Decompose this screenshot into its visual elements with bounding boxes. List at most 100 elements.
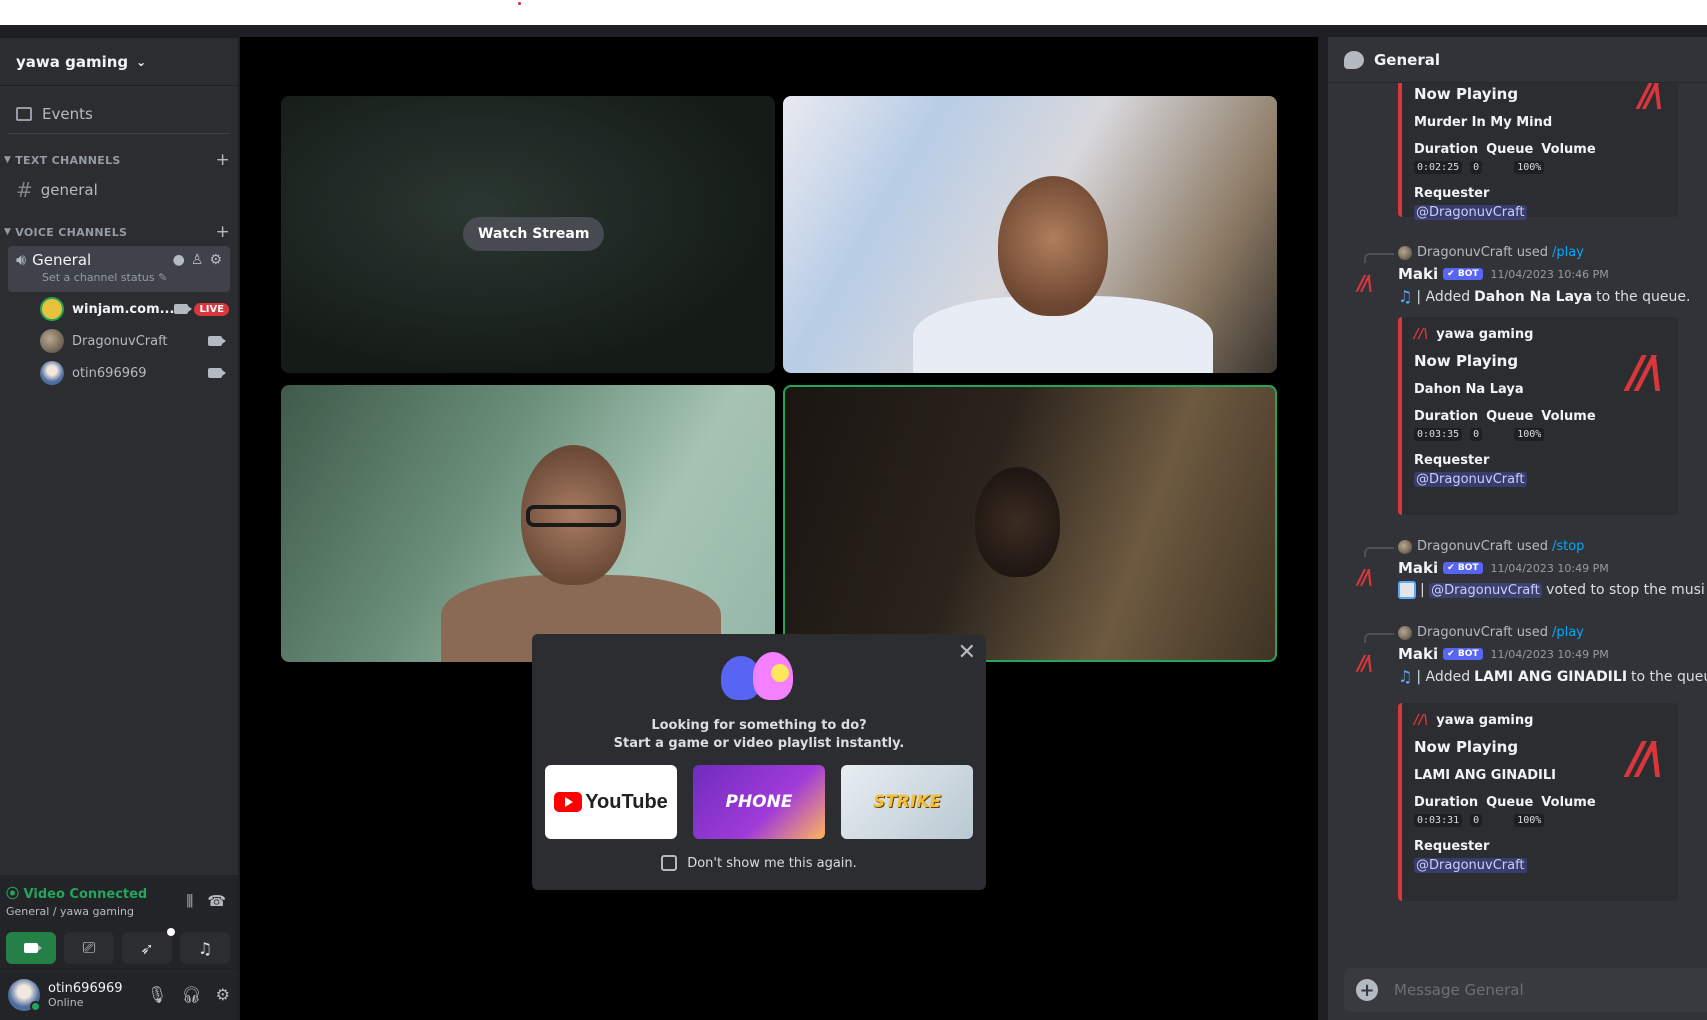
video-stage: Watch Stream ✕ Looking for something to … (240, 37, 1318, 1020)
music-note-icon: ♫ (1398, 667, 1413, 686)
camera-icon (208, 336, 226, 346)
reply-reference[interactable]: DragonuvCraft used/play (1364, 625, 1584, 643)
chat-channel-name: General (1374, 50, 1440, 69)
card-label: YouTube (585, 790, 668, 813)
avatar (1398, 539, 1412, 554)
stop-icon (1398, 581, 1416, 599)
activities-button[interactable]: ➶ (122, 928, 175, 964)
message-input[interactable]: + Message General (1344, 968, 1707, 1012)
author-name[interactable]: Maki (1398, 645, 1438, 663)
microphone-icon[interactable]: 🎙︎ (147, 985, 167, 1004)
card-label: PHONE (725, 792, 793, 812)
stream-tile[interactable]: Watch Stream (281, 96, 775, 373)
server-header[interactable]: yawa gaming ⌄ (0, 38, 238, 86)
voice-user[interactable]: winjam.com... LIVE (40, 294, 230, 324)
gear-icon[interactable]: ⚙ (209, 252, 222, 268)
username[interactable]: otin696969 (48, 981, 123, 996)
krunker-strike-activity-card[interactable]: STRIKE (841, 765, 973, 839)
popup-subheading: Start a game or video playlist instantly… (613, 736, 905, 751)
chat-bubble-icon[interactable]: ● (173, 252, 185, 268)
avatar[interactable] (8, 978, 41, 1012)
headphones-icon[interactable]: 🎧︎ (181, 985, 201, 1004)
soundboard-icon: ♫ (197, 938, 213, 958)
chevron-down-icon: ▼ (4, 155, 12, 165)
bot-avatar[interactable]: //\ (1346, 645, 1382, 681)
voice-channels-category[interactable]: ▼ VOICE CHANNELS + (0, 220, 238, 244)
bot-logo-icon: //\ (1414, 327, 1429, 342)
camera-icon (208, 368, 226, 378)
soundboard-button[interactable]: ♫ (180, 932, 230, 964)
disconnect-icon[interactable]: ☎ (207, 892, 226, 910)
participant-face (998, 176, 1108, 316)
bot-badge: ✔ BOT (1443, 562, 1483, 574)
channel-general[interactable]: # general (8, 174, 230, 206)
requester-mention[interactable]: @DragonuvCraft (1414, 858, 1527, 873)
video-tile[interactable] (783, 96, 1277, 373)
now-playing-embed: //\ yawa gaming //\ Now Playing Dahon Na … (1398, 317, 1678, 515)
bot-avatar[interactable]: //\ (1346, 265, 1382, 301)
bot-logo-icon: //\ (1414, 713, 1429, 728)
channel-status[interactable]: Set a channel status ✎ (42, 271, 222, 284)
author-name[interactable]: Maki (1398, 559, 1438, 577)
watch-stream-button[interactable]: Watch Stream (463, 217, 605, 251)
avatar (1398, 625, 1412, 640)
voice-user[interactable]: DragonuvCraft (40, 326, 230, 356)
requester-mention[interactable]: @DragonuvCraft (1414, 472, 1527, 487)
pencil-icon: ✎ (158, 271, 168, 284)
hash-icon: # (16, 178, 33, 202)
create-channel-icon[interactable]: + (215, 222, 230, 242)
now-playing-embed: //\ yawa gaming //\ Now Playing LAMI ANG … (1398, 703, 1678, 901)
noise-suppression-icon[interactable]: ⫼ (186, 892, 193, 910)
voice-user-name: otin696969 (72, 365, 147, 381)
bot-avatar[interactable]: //\ (1346, 559, 1382, 595)
gartic-phone-activity-card[interactable]: PHONE (693, 765, 825, 839)
create-channel-icon[interactable]: + (215, 150, 230, 170)
reply-reference[interactable]: DragonuvCraft used/stop (1364, 539, 1584, 557)
checkbox-label: Don't show me this again. (687, 855, 857, 871)
author-name[interactable]: Maki (1398, 265, 1438, 283)
avatar (40, 361, 64, 385)
chat-bubble-icon (1344, 50, 1364, 69)
message-header: Maki ✔ BOT 11/04/2023 10:46 PM (1398, 265, 1609, 283)
user-mention[interactable]: @DragonuvCraft (1429, 582, 1542, 598)
screen-share-button[interactable]: ⎚ (64, 932, 114, 964)
online-status-icon (30, 1000, 41, 1012)
notification-dot (167, 928, 175, 936)
events-item[interactable]: Events (8, 94, 230, 134)
message-list[interactable]: //\ Now Playing Murder In My Mind Durati… (1328, 83, 1707, 958)
chat-panel: General //\ Now Playing Murder In My Min… (1328, 37, 1707, 1020)
bot-logo-icon: //\ (1627, 733, 1664, 784)
video-tile[interactable] (281, 385, 775, 662)
slash-command[interactable]: /stop (1552, 539, 1584, 554)
user-panel: otin696969 Online 🎙︎ 🎧︎ ⚙ (0, 968, 238, 1020)
camera-toggle-button[interactable] (6, 932, 56, 964)
slash-command[interactable]: /play (1552, 625, 1584, 640)
rocket-icon: ➶ (140, 938, 154, 958)
connection-location[interactable]: General / yawa gaming (6, 905, 147, 918)
gear-icon[interactable]: ⚙ (216, 985, 230, 1004)
checkbox-icon (661, 855, 678, 871)
input-placeholder: Message General (1394, 981, 1524, 999)
timestamp: 11/04/2023 10:46 PM (1490, 267, 1609, 281)
reply-reference[interactable]: DragonuvCraft used/play (1364, 245, 1584, 263)
voice-channel-general[interactable]: 🔊︎ General ● ♙ ⚙ Set a channel status ✎ (8, 246, 230, 292)
text-channels-category[interactable]: ▼ TEXT CHANNELS + (0, 148, 238, 172)
speaker-icon: 🔊︎ (16, 250, 27, 269)
server-name: yawa gaming (16, 52, 129, 71)
slash-command[interactable]: /play (1552, 245, 1584, 260)
invite-icon[interactable]: ♙ (191, 252, 204, 268)
bot-badge: ✔ BOT (1443, 648, 1483, 660)
video-tile-speaking[interactable] (783, 385, 1277, 662)
participant-face (975, 467, 1060, 577)
add-attachment-icon[interactable]: + (1356, 979, 1378, 1001)
requester-mention[interactable]: @DragonuvCraft (1414, 205, 1527, 220)
dont-show-again-checkbox[interactable]: Don't show me this again. (532, 855, 986, 871)
now-playing-embed: //\ Now Playing Murder In My Mind Durati… (1398, 83, 1678, 220)
events-label: Events (42, 104, 93, 123)
close-icon[interactable]: ✕ (958, 640, 976, 665)
youtube-activity-card[interactable]: YouTube (545, 765, 677, 839)
connection-status[interactable]: ⦿ Video Connected (6, 883, 147, 902)
voice-user[interactable]: otin696969 (40, 358, 230, 388)
music-note-icon: ♫ (1398, 287, 1413, 306)
chat-header: General (1328, 37, 1707, 83)
